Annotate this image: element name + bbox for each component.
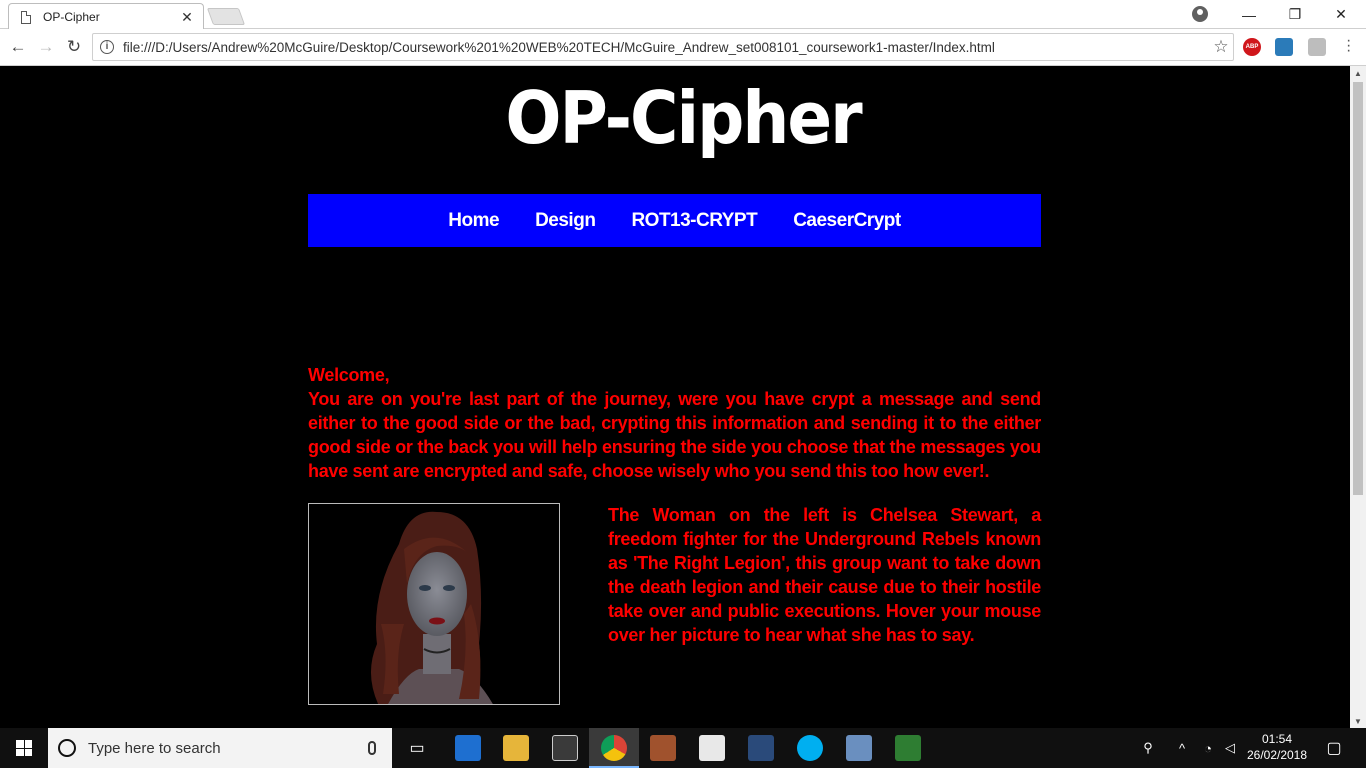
mail-icon[interactable] — [699, 735, 725, 761]
scroll-up-icon[interactable]: ▲ — [1354, 69, 1362, 78]
reload-icon[interactable]: ↻ — [63, 36, 85, 58]
nav-caesercrypt-link[interactable]: CaeserCrypt — [793, 210, 901, 232]
menu-icon[interactable]: · · · — [1346, 33, 1352, 59]
tab-title: OP-Cipher — [43, 10, 100, 24]
microphone-icon[interactable] — [368, 741, 376, 755]
browser-title-bar: OP-Cipher ✕ — ❐ ✕ — [0, 0, 1366, 30]
intro-paragraph: You are on you're last part of the journ… — [308, 389, 1041, 481]
tray-chevron-icon[interactable]: ^ — [1172, 728, 1192, 768]
nav-design-link[interactable]: Design — [535, 210, 596, 232]
character-bio: The Woman on the left is Chelsea Stewart… — [608, 505, 1041, 645]
minimize-button[interactable]: — — [1226, 0, 1272, 29]
store-icon[interactable] — [552, 735, 578, 761]
page-viewport: OP-Cipher Home Design ROT13-CRYPT Caeser… — [0, 66, 1350, 728]
cortana-icon — [58, 739, 76, 757]
search-placeholder: Type here to search — [88, 739, 221, 757]
windows-taskbar: Type here to search ▭ ⚲ ^ ◔ ◁ 01:54 26/0… — [0, 728, 1366, 768]
nav-rot13-link[interactable]: ROT13-CRYPT — [631, 210, 757, 232]
game-icon[interactable] — [650, 735, 676, 761]
profile-icon[interactable] — [1192, 6, 1208, 22]
browser-toolbar: ← → ↻ i file:///D:/Users/Andrew%20McGuir… — [0, 29, 1366, 66]
start-button[interactable] — [0, 728, 48, 768]
welcome-heading: Welcome, — [308, 365, 390, 385]
clock-time: 01:54 — [1261, 732, 1293, 746]
people-icon[interactable]: ⚲ — [1136, 728, 1160, 768]
browser-tab[interactable]: OP-Cipher ✕ — [8, 3, 204, 30]
paint-icon[interactable] — [846, 735, 872, 761]
wifi-icon[interactable]: ◔ — [1198, 728, 1218, 768]
app-a-icon[interactable] — [748, 735, 774, 761]
volume-icon[interactable]: ◁ — [1220, 728, 1240, 768]
address-bar[interactable]: i file:///D:/Users/Andrew%20McGuire/Desk… — [92, 33, 1234, 61]
url-text[interactable]: file:///D:/Users/Andrew%20McGuire/Deskto… — [123, 40, 1209, 55]
nav-home-link[interactable]: Home — [448, 210, 499, 232]
page-scrollbar[interactable]: ▲ ▼ — [1350, 66, 1366, 728]
taskbar-clock[interactable]: 01:54 26/02/2018 — [1246, 731, 1308, 763]
clock-date: 26/02/2018 — [1246, 748, 1308, 762]
adblock-extension-icon[interactable]: ABP — [1243, 38, 1261, 56]
extension-bag-icon[interactable] — [1308, 38, 1326, 56]
restore-button[interactable]: ❐ — [1272, 0, 1318, 29]
page-icon — [21, 10, 31, 24]
character-portrait[interactable] — [308, 503, 560, 705]
site-nav: Home Design ROT13-CRYPT CaeserCrypt — [308, 194, 1041, 247]
chrome-icon[interactable] — [601, 735, 627, 761]
extension-icon[interactable] — [1275, 38, 1293, 56]
taskbar-search[interactable]: Type here to search — [48, 728, 392, 768]
scroll-down-icon[interactable]: ▼ — [1354, 717, 1362, 726]
edge-icon[interactable] — [455, 735, 481, 761]
chart-app-icon[interactable] — [895, 735, 921, 761]
site-title: OP-Cipher — [505, 76, 862, 161]
scrollbar-thumb[interactable] — [1353, 82, 1363, 495]
info-icon[interactable]: i — [100, 40, 114, 54]
file-explorer-icon[interactable] — [503, 735, 529, 761]
new-tab-button[interactable] — [206, 8, 246, 25]
tab-close-icon[interactable]: ✕ — [177, 9, 197, 26]
windows-logo-icon — [16, 740, 32, 756]
intro-text: Welcome, You are on you're last part of … — [308, 363, 1041, 483]
back-icon[interactable]: ← — [7, 36, 29, 58]
bookmark-star-icon[interactable]: ☆ — [1209, 37, 1233, 57]
notifications-icon[interactable]: ▢ — [1320, 728, 1348, 768]
close-window-button[interactable]: ✕ — [1318, 0, 1364, 29]
forward-icon[interactable]: → — [35, 36, 57, 58]
portrait-image — [370, 511, 493, 704]
skype-icon[interactable] — [797, 735, 823, 761]
task-view-icon[interactable]: ▭ — [402, 728, 432, 768]
